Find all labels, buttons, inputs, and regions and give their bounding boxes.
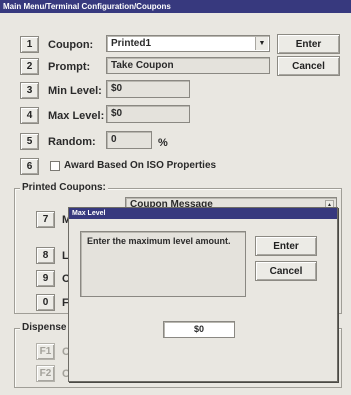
percent-unit: %: [158, 137, 168, 149]
row-button-7[interactable]: 7: [36, 211, 55, 228]
dispensed-title: Dispense: [20, 322, 69, 333]
random-field[interactable]: 0: [106, 131, 152, 149]
chevron-down-icon[interactable]: ▼: [255, 37, 268, 50]
row-button-6[interactable]: 6: [20, 158, 39, 175]
row-button-f1[interactable]: F1: [36, 343, 55, 360]
random-label: Random:: [48, 136, 96, 148]
row-button-0[interactable]: 0: [36, 294, 55, 311]
row-button-9[interactable]: 9: [36, 270, 55, 287]
row-button-2[interactable]: 2: [20, 58, 39, 75]
coupon-label: Coupon:: [48, 39, 94, 51]
prompt-label: Prompt:: [48, 61, 91, 73]
max-level-dialog: Max Level Enter the maximum level amount…: [68, 207, 338, 382]
coupon-select-value: Printed1: [111, 38, 152, 49]
coupons-window: Main Menu/Terminal Configuration/Coupons…: [0, 0, 351, 395]
coupon-select[interactable]: Printed1 ▼: [106, 35, 270, 52]
max-level-label: Max Level:: [48, 110, 105, 122]
dialog-enter-button[interactable]: Enter: [255, 236, 317, 256]
min-level-label: Min Level:: [48, 85, 102, 97]
window-title: Main Menu/Terminal Configuration/Coupons: [0, 0, 351, 13]
row-button-1[interactable]: 1: [20, 36, 39, 53]
row-button-8[interactable]: 8: [36, 247, 55, 264]
row-button-5[interactable]: 5: [20, 133, 39, 150]
cancel-button[interactable]: Cancel: [277, 56, 340, 76]
award-iso-checkbox[interactable]: [50, 161, 60, 171]
dialog-title: Max Level: [69, 208, 337, 219]
prompt-field[interactable]: Take Coupon: [106, 57, 270, 74]
dialog-cancel-button[interactable]: Cancel: [255, 261, 317, 281]
dialog-message: Enter the maximum level amount.: [80, 231, 246, 297]
max-level-field[interactable]: $0: [106, 105, 190, 123]
row-button-4[interactable]: 4: [20, 107, 39, 124]
row-button-3[interactable]: 3: [20, 82, 39, 99]
row-button-f2[interactable]: F2: [36, 365, 55, 382]
printed-coupons-title: Printed Coupons:: [20, 182, 108, 193]
award-iso-label: Award Based On ISO Properties: [64, 160, 217, 171]
enter-button[interactable]: Enter: [277, 34, 340, 54]
min-level-field[interactable]: $0: [106, 80, 190, 98]
dialog-value-input[interactable]: $0: [163, 321, 235, 338]
